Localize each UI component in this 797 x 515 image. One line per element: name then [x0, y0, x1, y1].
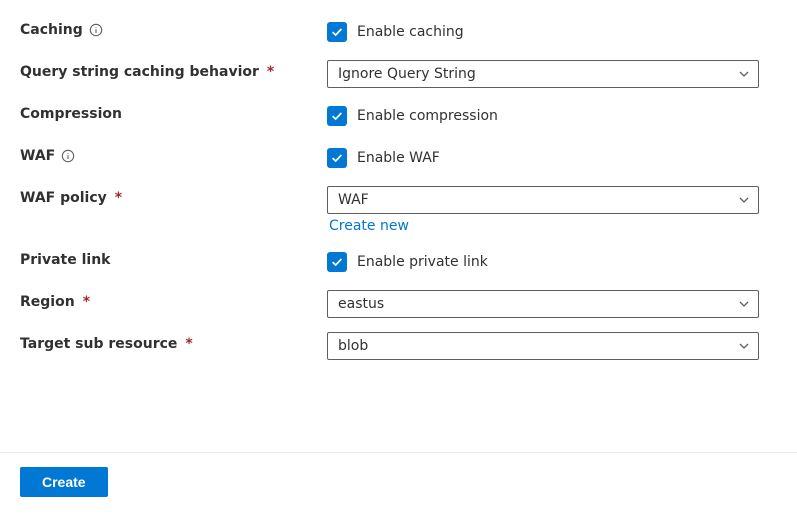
- query-string-value: Ignore Query String: [338, 66, 476, 82]
- waf-policy-value: WAF: [338, 192, 369, 208]
- create-new-link[interactable]: Create new: [327, 218, 777, 234]
- compression-checkbox-label: Enable compression: [357, 108, 498, 124]
- waf-checkbox[interactable]: [327, 148, 347, 168]
- query-string-label: Query string caching behavior *: [20, 60, 327, 80]
- waf-policy-label-text: WAF policy: [20, 190, 107, 206]
- chevron-down-icon: [738, 68, 750, 80]
- waf-checkbox-label: Enable WAF: [357, 150, 440, 166]
- create-button[interactable]: Create: [20, 467, 108, 497]
- footer-bar: Create: [0, 452, 797, 515]
- chevron-down-icon: [738, 194, 750, 206]
- target-sub-label: Target sub resource *: [20, 332, 327, 352]
- waf-policy-dropdown[interactable]: WAF: [327, 186, 759, 214]
- chevron-down-icon: [738, 298, 750, 310]
- private-link-label-text: Private link: [20, 252, 110, 268]
- info-icon[interactable]: [61, 149, 75, 163]
- compression-label: Compression: [20, 102, 327, 122]
- region-label: Region *: [20, 290, 327, 310]
- chevron-down-icon: [738, 340, 750, 352]
- target-sub-label-text: Target sub resource: [20, 336, 177, 352]
- waf-policy-label: WAF policy *: [20, 186, 327, 206]
- private-link-checkbox-label: Enable private link: [357, 254, 488, 270]
- caching-checkbox[interactable]: [327, 22, 347, 42]
- required-asterisk: *: [267, 64, 274, 80]
- required-asterisk: *: [185, 336, 192, 352]
- compression-checkbox[interactable]: [327, 106, 347, 126]
- query-string-label-text: Query string caching behavior: [20, 64, 259, 80]
- region-label-text: Region: [20, 294, 75, 310]
- private-link-label: Private link: [20, 248, 327, 268]
- waf-label: WAF: [20, 144, 327, 164]
- compression-label-text: Compression: [20, 106, 122, 122]
- target-sub-value: blob: [338, 338, 368, 354]
- info-icon[interactable]: [89, 23, 103, 37]
- caching-label: Caching: [20, 18, 327, 38]
- required-asterisk: *: [83, 294, 90, 310]
- waf-label-text: WAF: [20, 148, 55, 164]
- region-value: eastus: [338, 296, 384, 312]
- required-asterisk: *: [115, 190, 122, 206]
- caching-checkbox-label: Enable caching: [357, 24, 464, 40]
- region-dropdown[interactable]: eastus: [327, 290, 759, 318]
- query-string-dropdown[interactable]: Ignore Query String: [327, 60, 759, 88]
- caching-label-text: Caching: [20, 22, 83, 38]
- private-link-checkbox[interactable]: [327, 252, 347, 272]
- target-sub-dropdown[interactable]: blob: [327, 332, 759, 360]
